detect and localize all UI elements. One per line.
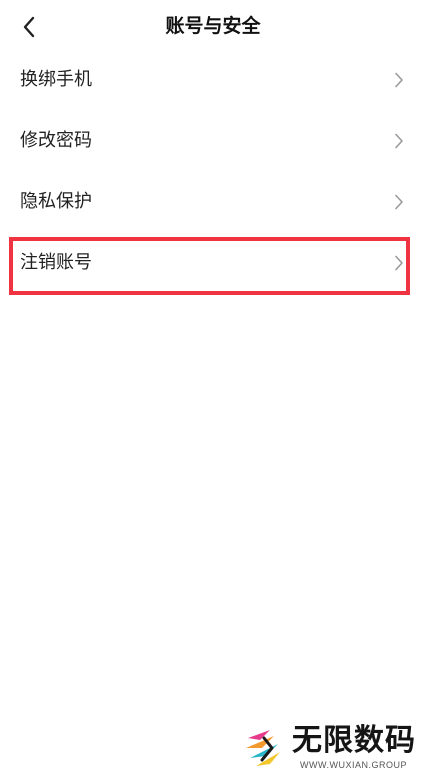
top-bar: 账号与安全 bbox=[0, 0, 426, 52]
chevron-right-icon bbox=[395, 133, 403, 149]
menu-item-change-password[interactable]: 修改密码 bbox=[0, 111, 426, 172]
menu-item-privacy[interactable]: 隐私保护 bbox=[0, 172, 426, 233]
menu-item-delete-account[interactable]: 注销账号 bbox=[0, 233, 426, 294]
menu-item-change-phone[interactable]: 换绑手机 bbox=[0, 50, 426, 111]
watermark-brand: 无限数码 bbox=[292, 723, 416, 758]
menu-item-label: 换绑手机 bbox=[20, 69, 92, 90]
watermark-url: WWW.WUXIAN.GROUP bbox=[300, 760, 407, 770]
menu-item-label: 修改密码 bbox=[20, 130, 92, 151]
brand-logo-icon bbox=[242, 726, 284, 768]
chevron-right-icon bbox=[395, 194, 403, 210]
page-title: 账号与安全 bbox=[165, 15, 261, 37]
menu-item-label: 注销账号 bbox=[20, 252, 92, 273]
chevron-right-icon bbox=[395, 72, 403, 88]
chevron-right-icon bbox=[395, 255, 403, 271]
watermark: 无限数码 WWW.WUXIAN.GROUP bbox=[236, 720, 416, 772]
settings-list: 换绑手机 修改密码 隐私保护 注销账号 bbox=[0, 50, 426, 294]
menu-item-label: 隐私保护 bbox=[20, 191, 92, 212]
